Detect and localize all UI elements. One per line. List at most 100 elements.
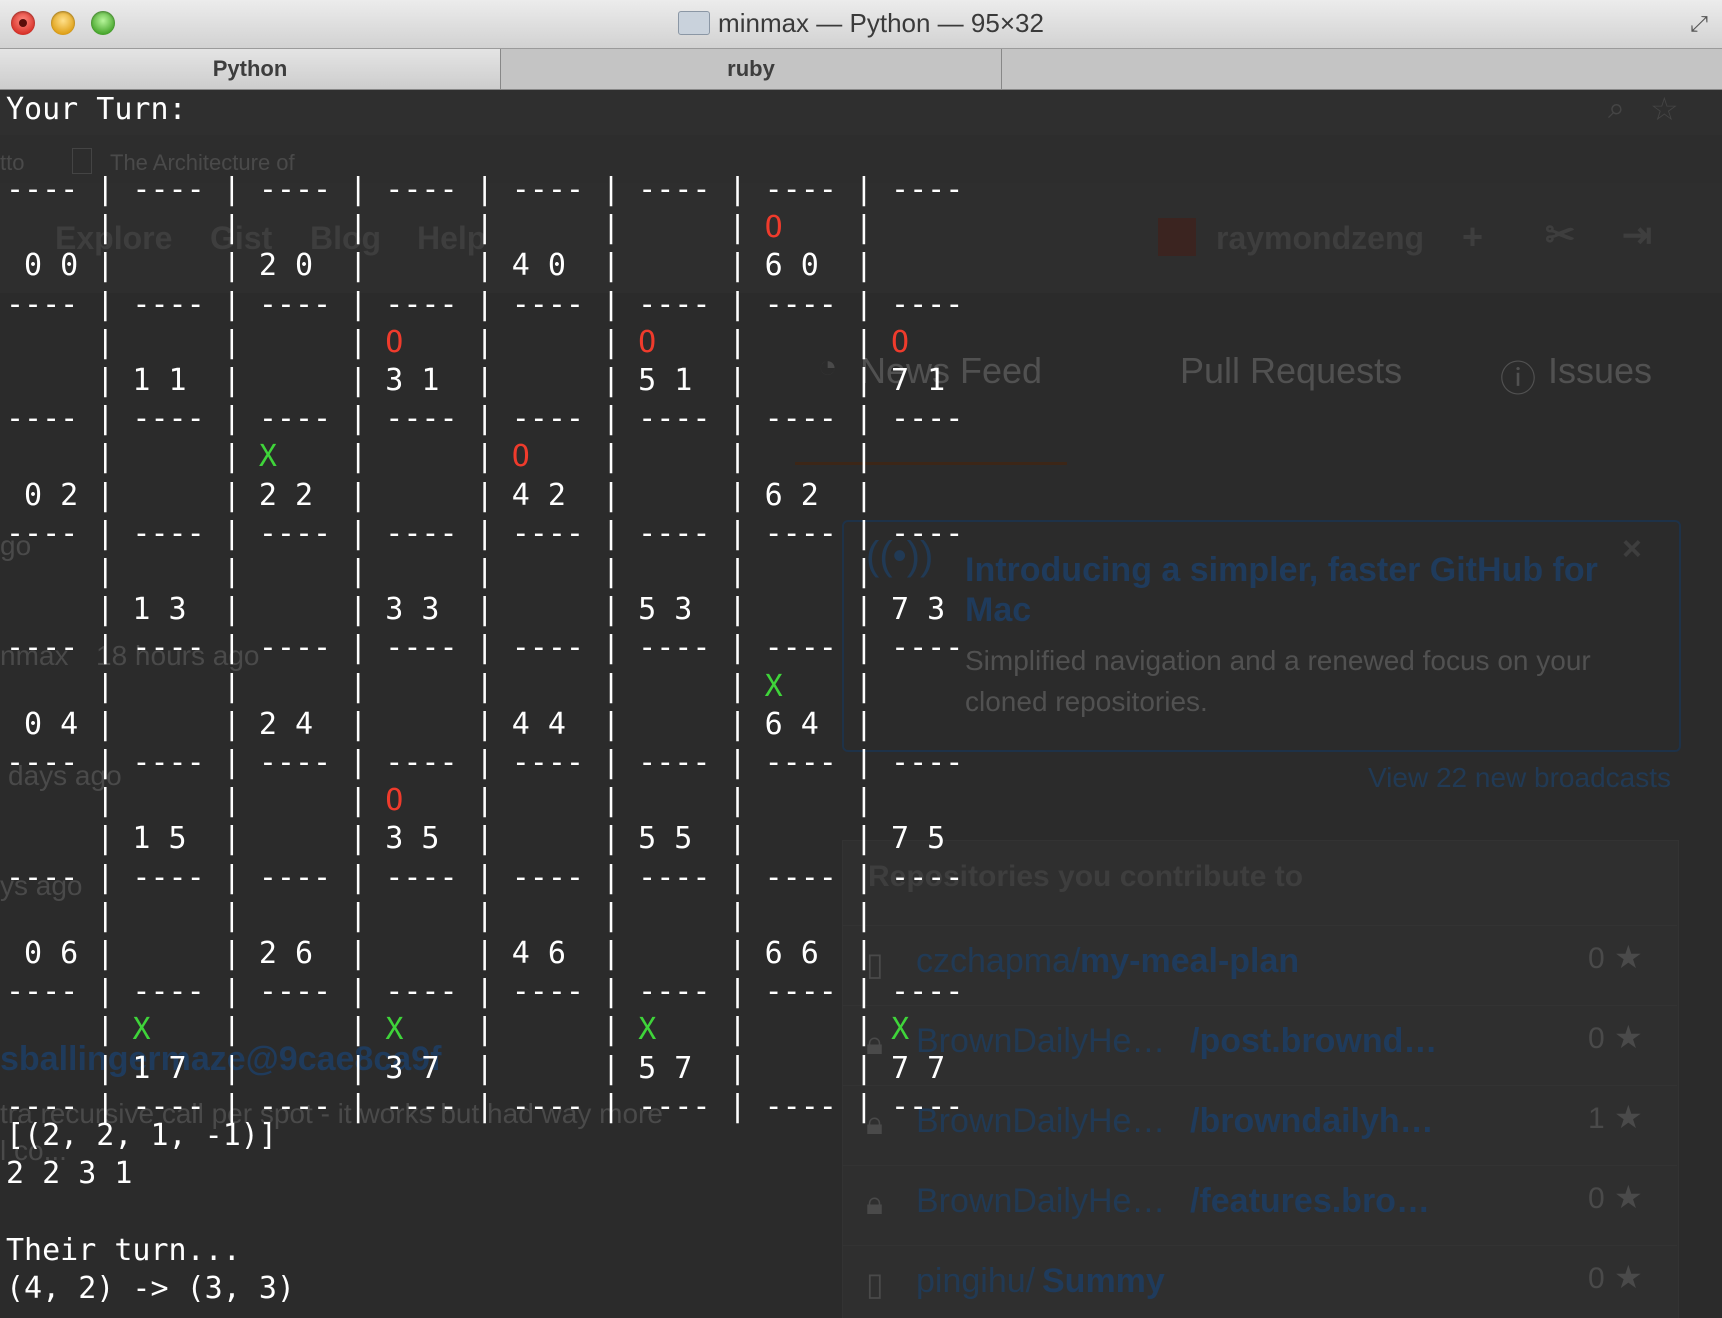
- window-title: minmax — Python — 95×32: [0, 8, 1722, 39]
- board-text: | | | | | |: [6, 668, 765, 704]
- moves-output: [(2, 2, 1, -1)]: [6, 1118, 277, 1153]
- their-turn-text: Their turn...: [6, 1233, 241, 1268]
- board-text: |: [782, 210, 873, 246]
- avatar: [1158, 218, 1196, 256]
- turn-prompt: Your Turn:: [6, 92, 187, 127]
- board-text: | |: [656, 1012, 892, 1048]
- board-line: | X | | X | | X | | X: [6, 1012, 909, 1048]
- repo-owner: pingihu/: [916, 1262, 1036, 1300]
- board-text: | 1 5 | | 3 5 | | 5 5 | | 7 5: [6, 821, 946, 857]
- tab-bar: Python ruby: [0, 49, 1722, 90]
- broadcast-title: Introducing a simpler, faster GitHub for…: [965, 551, 1598, 629]
- star-icon: ★: [1614, 1259, 1643, 1295]
- move-input[interactable]: 2 2 3 1: [6, 1156, 132, 1192]
- board-line: | | X | | O | | |: [6, 439, 873, 475]
- board-text: | 1 1 | | 3 1 | | 5 1 | | 7 1: [6, 363, 946, 398]
- broadcast-close-icon: ×: [1622, 530, 1642, 568]
- board-line: | 1 5 | | 3 5 | | 5 5 | | 7 5: [6, 821, 945, 857]
- repo-owner: BrownDailyHe…: [916, 1182, 1166, 1220]
- browser-toolbar: [0, 90, 1722, 135]
- repo-name: my-meal-plan: [1080, 942, 1300, 980]
- tab-ruby[interactable]: ruby: [501, 49, 1002, 89]
- board-line: | | | | | | X |: [6, 669, 873, 705]
- tab-issues: Issues: [1548, 350, 1653, 391]
- issues-icon: ⓘ: [1500, 358, 1537, 399]
- red-piece: O: [511, 439, 530, 475]
- tab-python[interactable]: Python: [0, 49, 501, 89]
- board-text: | |: [403, 1012, 639, 1048]
- repo-stars: 0: [1588, 942, 1605, 975]
- red-piece: O: [891, 324, 910, 360]
- board-text: 0 0 | | 2 0 | | 4 0 | | 6 0 |: [6, 248, 873, 284]
- repo-name: /browndailyh…: [1190, 1102, 1434, 1140]
- board-line: ---- | ---- | ---- | ---- | ---- | ---- …: [6, 974, 963, 1010]
- folder-icon: [678, 11, 711, 35]
- green-piece: X: [891, 1012, 910, 1048]
- star-icon: ★: [1614, 1179, 1643, 1215]
- board-line: | | | | | | O |: [6, 210, 873, 246]
- repo-stars: 0: [1588, 1182, 1605, 1215]
- board-line: 0 2 | | 2 2 | | 4 2 | | 6 2 |: [6, 478, 873, 514]
- repo-stars: 0: [1588, 1022, 1605, 1055]
- red-piece: O: [385, 324, 404, 360]
- board-text: ---- | ---- | ---- | ---- | ---- | ---- …: [6, 859, 964, 895]
- star-icon: ★: [1614, 1099, 1643, 1135]
- board-line: | | | O | | O | | O: [6, 325, 909, 361]
- board-text: | |: [6, 439, 259, 475]
- red-piece: O: [385, 783, 404, 819]
- green-piece: X: [132, 1012, 151, 1048]
- board-text: ---- | ---- | ---- | ---- | ---- | ---- …: [6, 172, 964, 207]
- board-text: |: [782, 668, 873, 704]
- board-line: ---- | ---- | ---- | ---- | ---- | ---- …: [6, 745, 963, 781]
- fullscreen-icon[interactable]: ⤢: [1686, 12, 1712, 38]
- star-icon: ★: [1614, 1019, 1643, 1055]
- board-text: 0 4 | | 2 4 | | 4 4 | | 6 4 |: [6, 706, 873, 742]
- board-text: | |: [656, 324, 892, 360]
- red-piece: O: [638, 324, 657, 360]
- green-piece: X: [258, 439, 277, 475]
- page-icon: [72, 148, 92, 174]
- board-line: ---- | ---- | ---- | ---- | ---- | ---- …: [6, 172, 963, 208]
- board-text: | | |: [6, 783, 386, 819]
- board-line: ---- | ---- | ---- | ---- | ---- | ---- …: [6, 860, 963, 896]
- board-text: | 1 7 | | 3 7 | | 5 7 | | 7 7: [6, 1050, 946, 1086]
- board-line: | 1 7 | | 3 7 | | 5 7 | | 7 7: [6, 1051, 945, 1087]
- board-text: | | | | | | |: [6, 897, 873, 933]
- board-text: | | | | | | |: [6, 554, 873, 589]
- board-text: ---- | ---- | ---- | ---- | ---- | ---- …: [6, 630, 964, 666]
- repo-stars: 0: [1588, 1262, 1605, 1295]
- title-bar: minmax — Python — 95×32 ⤢: [0, 0, 1722, 49]
- repo-name: /post.brownd…: [1190, 1022, 1438, 1060]
- board-line: ---- | ---- | ---- | ---- | ---- | ---- …: [6, 516, 963, 552]
- green-piece: X: [638, 1012, 657, 1048]
- board-text: | 1 3 | | 3 3 | | 5 3 | | 7 3: [6, 592, 946, 628]
- username: raymondzeng: [1216, 220, 1425, 256]
- board-line: | 1 3 | | 3 3 | | 5 3 | | 7 3: [6, 592, 945, 628]
- board-text: ---- | ---- | ---- | ---- | ---- | ---- …: [6, 974, 964, 1010]
- repo-owner: BrownDailyHe…: [916, 1022, 1166, 1060]
- board-text: ---- | ---- | ---- | ---- | ---- | ---- …: [6, 515, 964, 551]
- window-title-text: minmax — Python — 95×32: [718, 8, 1044, 38]
- board-text: | | | |: [403, 783, 873, 819]
- zoom-icon: ⌕: [1608, 92, 1625, 125]
- board-text: 0 6 | | 2 6 | | 4 6 | | 6 6 |: [6, 936, 873, 971]
- red-piece: O: [764, 210, 783, 246]
- repo-icon: ▯: [866, 1266, 884, 1302]
- board-text: | |: [403, 324, 639, 360]
- board-text: | | |: [529, 439, 873, 475]
- board-text: | | | | | |: [6, 210, 765, 246]
- sign-out-icon: ⇥: [1622, 214, 1653, 255]
- board-line: 0 6 | | 2 6 | | 4 6 | | 6 6 |: [6, 936, 873, 972]
- board-line: | 1 1 | | 3 1 | | 5 1 | | 7 1: [6, 363, 945, 399]
- board-line: 0 4 | | 2 4 | | 4 4 | | 6 4 |: [6, 707, 873, 743]
- board-line: | | | O | | | |: [6, 783, 873, 819]
- repo-name: /features.bro…: [1190, 1182, 1430, 1220]
- star-bookmark-icon: ☆: [1650, 91, 1679, 127]
- lock-icon: 🔒︎: [866, 1185, 884, 1221]
- board-text: ---- | ---- | ---- | ---- | ---- | ---- …: [6, 286, 964, 322]
- create-new-icon: +: [1462, 216, 1484, 257]
- board-line: ---- | ---- | ---- | ---- | ---- | ---- …: [6, 401, 963, 437]
- tab-pull-requests: Pull Requests: [1180, 350, 1403, 391]
- board-line: | | | | | | |: [6, 554, 873, 590]
- broadcast-body: Simplified navigation and a renewed focu…: [965, 645, 1591, 717]
